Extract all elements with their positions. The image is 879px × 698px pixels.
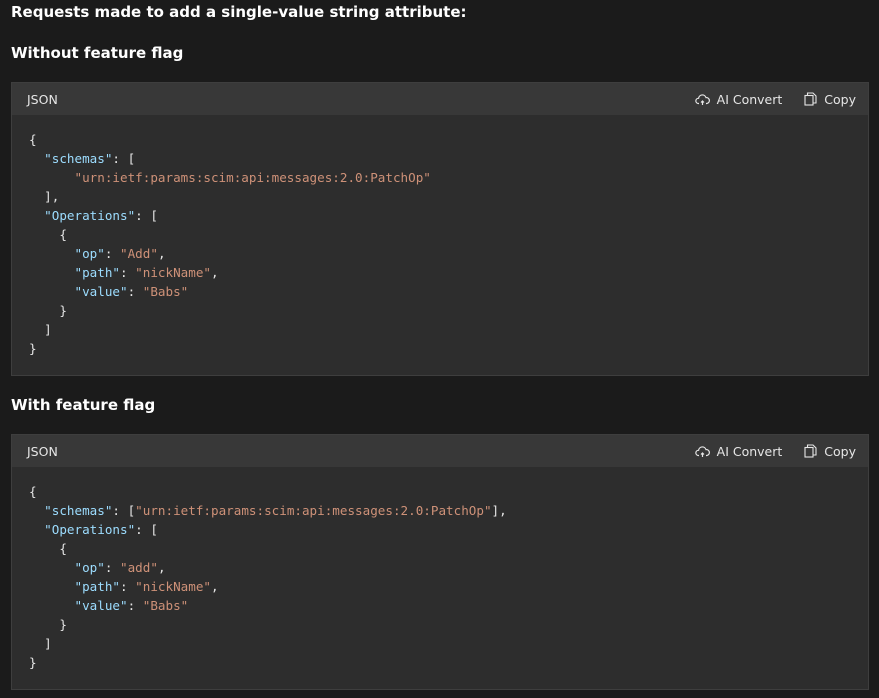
- code-content: { "schemas": ["urn:ietf:params:scim:api:…: [29, 484, 507, 670]
- code-actions: AI Convert Copy: [673, 92, 856, 107]
- code-actions: AI Convert Copy: [673, 444, 856, 459]
- copy-icon: [804, 92, 817, 106]
- ai-convert-label: AI Convert: [716, 443, 783, 459]
- code-language-label: JSON: [27, 443, 58, 459]
- code-content: { "schemas": [ "urn:ietf:params:scim:api…: [29, 132, 431, 356]
- cloud-sync-icon: [694, 445, 710, 457]
- ai-convert-button[interactable]: AI Convert: [694, 91, 783, 107]
- cloud-sync-icon: [694, 93, 710, 105]
- code-block-with-flag: JSON AI Convert Copy { "schemas": ["urn:…: [11, 434, 869, 690]
- ai-convert-button[interactable]: AI Convert: [694, 443, 783, 459]
- copy-label: Copy: [824, 443, 856, 459]
- intro-text: Requests made to add a single-value stri…: [11, 3, 467, 21]
- code-header: JSON AI Convert Copy: [12, 83, 868, 115]
- page: Requests made to add a single-value stri…: [0, 0, 879, 698]
- section-title-with-flag: With feature flag: [11, 396, 156, 414]
- copy-button[interactable]: Copy: [804, 92, 856, 107]
- code-block-without-flag: JSON AI Convert Copy { "schemas": ["urn…: [11, 82, 869, 376]
- copy-button[interactable]: Copy: [804, 444, 856, 459]
- code-language-label: JSON: [27, 91, 58, 107]
- copy-icon: [804, 444, 817, 458]
- copy-label: Copy: [824, 91, 856, 107]
- ai-convert-label: AI Convert: [716, 91, 783, 107]
- section-title-without-flag: Without feature flag: [11, 44, 184, 62]
- code-header: JSON AI Convert Copy: [12, 435, 868, 467]
